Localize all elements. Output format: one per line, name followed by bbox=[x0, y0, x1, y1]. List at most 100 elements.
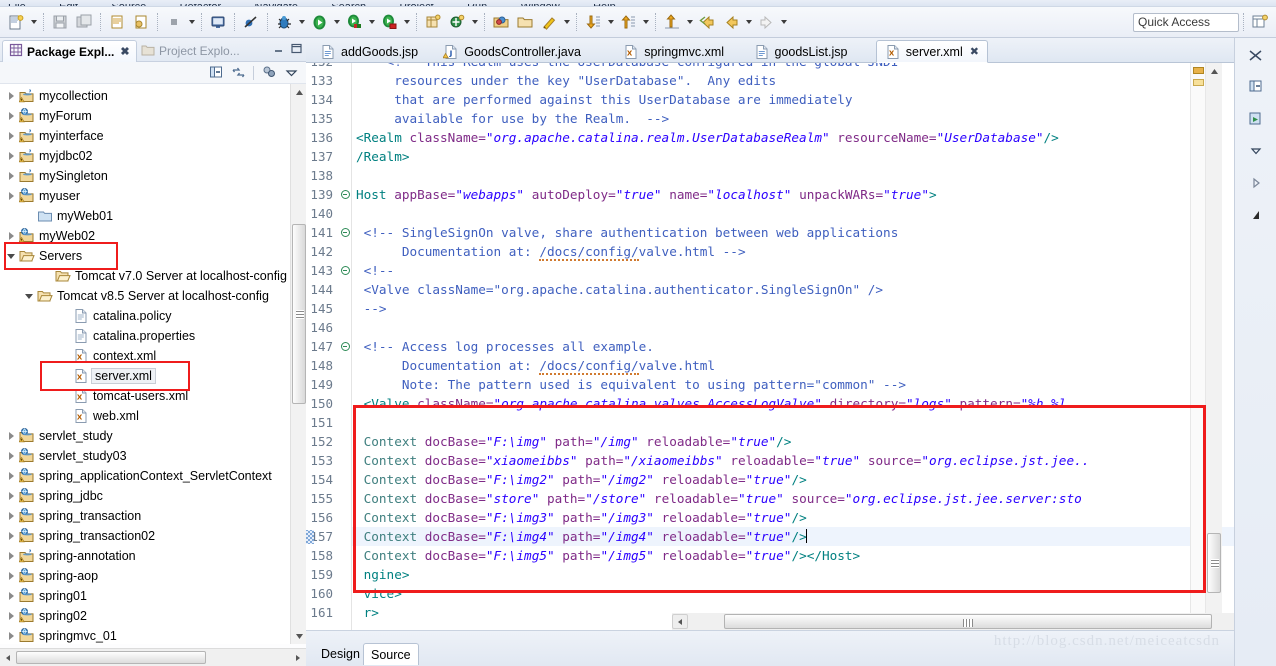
new-java-package-icon[interactable] bbox=[422, 11, 444, 33]
fold-toggle-icon[interactable] bbox=[340, 261, 350, 280]
profile-icon[interactable] bbox=[378, 11, 400, 33]
stop-icon[interactable] bbox=[163, 11, 185, 33]
scrollbar-thumb[interactable] bbox=[724, 614, 1212, 629]
editor-tab[interactable]: addGoods.jsp bbox=[312, 40, 426, 63]
code-line[interactable]: Host appBase="webapps" autoDeploy="true"… bbox=[352, 185, 1234, 204]
source-editor[interactable]: 132 133 134 135 136 137 138 139 140 141 142 143 144 1… bbox=[306, 63, 1234, 643]
code-line[interactable] bbox=[352, 166, 1234, 185]
forward-icon[interactable] bbox=[755, 11, 777, 33]
chevron-right-icon[interactable] bbox=[4, 132, 18, 140]
code-line[interactable]: ngine> bbox=[352, 565, 1234, 584]
scroll-left-icon[interactable] bbox=[1, 651, 15, 664]
code-line[interactable]: <Realm className="org.apache.catalina.re… bbox=[352, 128, 1234, 147]
tree-item[interactable]: servlet_study03 bbox=[0, 446, 306, 466]
debug-icon[interactable] bbox=[273, 11, 295, 33]
tree-item[interactable]: catalina.policy bbox=[0, 306, 306, 326]
fold-toggle-icon[interactable] bbox=[340, 337, 350, 356]
chevron-right-icon[interactable] bbox=[4, 512, 18, 520]
chevron-right-icon[interactable] bbox=[4, 152, 18, 160]
last-edit-location-icon[interactable] bbox=[661, 11, 683, 33]
run-on-server-icon[interactable] bbox=[343, 11, 365, 33]
tree-item[interactable]: myWeb01 bbox=[0, 206, 306, 226]
scroll-up-icon[interactable] bbox=[1206, 63, 1222, 79]
tree-item[interactable]: Servers bbox=[0, 246, 306, 266]
code-line[interactable]: --> bbox=[352, 299, 1234, 318]
console-icon[interactable] bbox=[207, 11, 229, 33]
chevron-right-icon[interactable] bbox=[4, 632, 18, 640]
last-edit-dropdown-icon[interactable] bbox=[684, 11, 695, 33]
chevron-right-icon[interactable] bbox=[4, 232, 18, 240]
tree-item[interactable]: Xweb.xml bbox=[0, 406, 306, 426]
tree-item[interactable]: servlet_study bbox=[0, 426, 306, 446]
code-text[interactable]: <!-- This Realm uses the UserDatabase co… bbox=[352, 63, 1234, 643]
code-line[interactable]: <Valve className="org.apache.catalina.va… bbox=[352, 394, 1234, 413]
code-line[interactable]: that are performed against this UserData… bbox=[352, 90, 1234, 109]
chevron-right-icon[interactable] bbox=[4, 572, 18, 580]
chevron-right-icon[interactable] bbox=[4, 92, 18, 100]
tab-design[interactable]: Design bbox=[314, 643, 367, 665]
overview-marker[interactable] bbox=[1193, 79, 1204, 86]
view-menu-icon[interactable] bbox=[282, 64, 300, 82]
editor-tab[interactable]: J GoodsController.java bbox=[435, 40, 589, 63]
chevron-right-icon[interactable] bbox=[4, 552, 18, 560]
code-line[interactable]: vice> bbox=[352, 584, 1234, 603]
run-dropdown-icon[interactable] bbox=[331, 11, 342, 33]
code-line[interactable] bbox=[352, 204, 1234, 223]
new-wizard-icon[interactable] bbox=[5, 11, 27, 33]
tree-item[interactable]: myjdbc02 bbox=[0, 146, 306, 166]
tree-item[interactable]: spring_transaction02 bbox=[0, 526, 306, 546]
back-secondary-icon[interactable] bbox=[720, 11, 742, 33]
new-wizard-dropdown-icon[interactable] bbox=[28, 11, 39, 33]
tree-horizontal-scrollbar[interactable] bbox=[0, 648, 306, 666]
close-icon[interactable]: ✖ bbox=[120, 45, 129, 58]
fold-toggle-icon[interactable] bbox=[340, 223, 350, 242]
code-line[interactable]: Context docBase="store" path="/store" re… bbox=[352, 489, 1234, 508]
back-dropdown-icon[interactable] bbox=[743, 11, 754, 33]
search-dropdown-icon[interactable] bbox=[561, 11, 572, 33]
tree-item[interactable]: Xserver.xml bbox=[0, 366, 306, 386]
tree-item[interactable]: myuser bbox=[0, 186, 306, 206]
view-menu-icon[interactable] bbox=[1241, 138, 1271, 164]
tree-item[interactable]: mycollection bbox=[0, 86, 306, 106]
chevron-right-icon[interactable] bbox=[4, 532, 18, 540]
restore-view-icon[interactable] bbox=[1241, 42, 1271, 68]
chevron-down-icon[interactable] bbox=[22, 293, 36, 299]
project-tree[interactable]: mycollection myForum myinterface myjdbc02 my… bbox=[0, 84, 306, 644]
tab-source[interactable]: Source bbox=[363, 643, 419, 665]
previous-annotation-dropdown-icon[interactable] bbox=[640, 11, 651, 33]
chevron-right-icon[interactable] bbox=[4, 472, 18, 480]
fold-toggle-icon[interactable] bbox=[340, 185, 350, 204]
tree-item[interactable]: catalina.properties bbox=[0, 326, 306, 346]
scroll-up-icon[interactable] bbox=[291, 84, 307, 100]
tab-package-explorer[interactable]: Package Expl... ✖ bbox=[2, 40, 137, 62]
code-line[interactable]: Context docBase="xiaomeibbs" path="/xiao… bbox=[352, 451, 1234, 470]
run-on-server-dropdown-icon[interactable] bbox=[366, 11, 377, 33]
tree-item[interactable]: spring02 bbox=[0, 606, 306, 626]
stop-dropdown-icon[interactable] bbox=[186, 11, 197, 33]
tree-item[interactable]: spring-annotation bbox=[0, 546, 306, 566]
chevron-down-icon[interactable] bbox=[4, 253, 18, 259]
tree-item[interactable]: spring_applicationContext_ServletContext bbox=[0, 466, 306, 486]
tree-item[interactable]: myinterface bbox=[0, 126, 306, 146]
tree-item[interactable]: myWeb02 bbox=[0, 226, 306, 246]
code-line[interactable]: /Realm> bbox=[352, 147, 1234, 166]
chevron-right-icon[interactable] bbox=[4, 432, 18, 440]
code-line[interactable]: <!-- This Realm uses the UserDatabase co… bbox=[352, 63, 1234, 71]
code-line[interactable] bbox=[352, 318, 1234, 337]
tree-item[interactable]: mySingleton bbox=[0, 166, 306, 186]
tree-item[interactable]: Tomcat v8.5 Server at localhost-config bbox=[0, 286, 306, 306]
open-task-icon[interactable] bbox=[514, 11, 536, 33]
new-class-dropdown-icon[interactable] bbox=[469, 11, 480, 33]
code-line[interactable]: <!-- SingleSignOn valve, share authentic… bbox=[352, 223, 1234, 242]
open-type-icon[interactable] bbox=[490, 11, 512, 33]
build-icon[interactable] bbox=[130, 11, 152, 33]
view-menu-filters-icon[interactable] bbox=[260, 64, 278, 82]
scroll-down-icon[interactable] bbox=[291, 628, 307, 644]
chevron-right-icon[interactable] bbox=[4, 192, 18, 200]
chevron-right-icon[interactable] bbox=[4, 172, 18, 180]
save-icon[interactable] bbox=[49, 11, 71, 33]
next-annotation-icon[interactable] bbox=[582, 11, 604, 33]
tree-item[interactable]: Xcontext.xml bbox=[0, 346, 306, 366]
scroll-left-icon[interactable] bbox=[672, 614, 688, 629]
next-annotation-dropdown-icon[interactable] bbox=[605, 11, 616, 33]
